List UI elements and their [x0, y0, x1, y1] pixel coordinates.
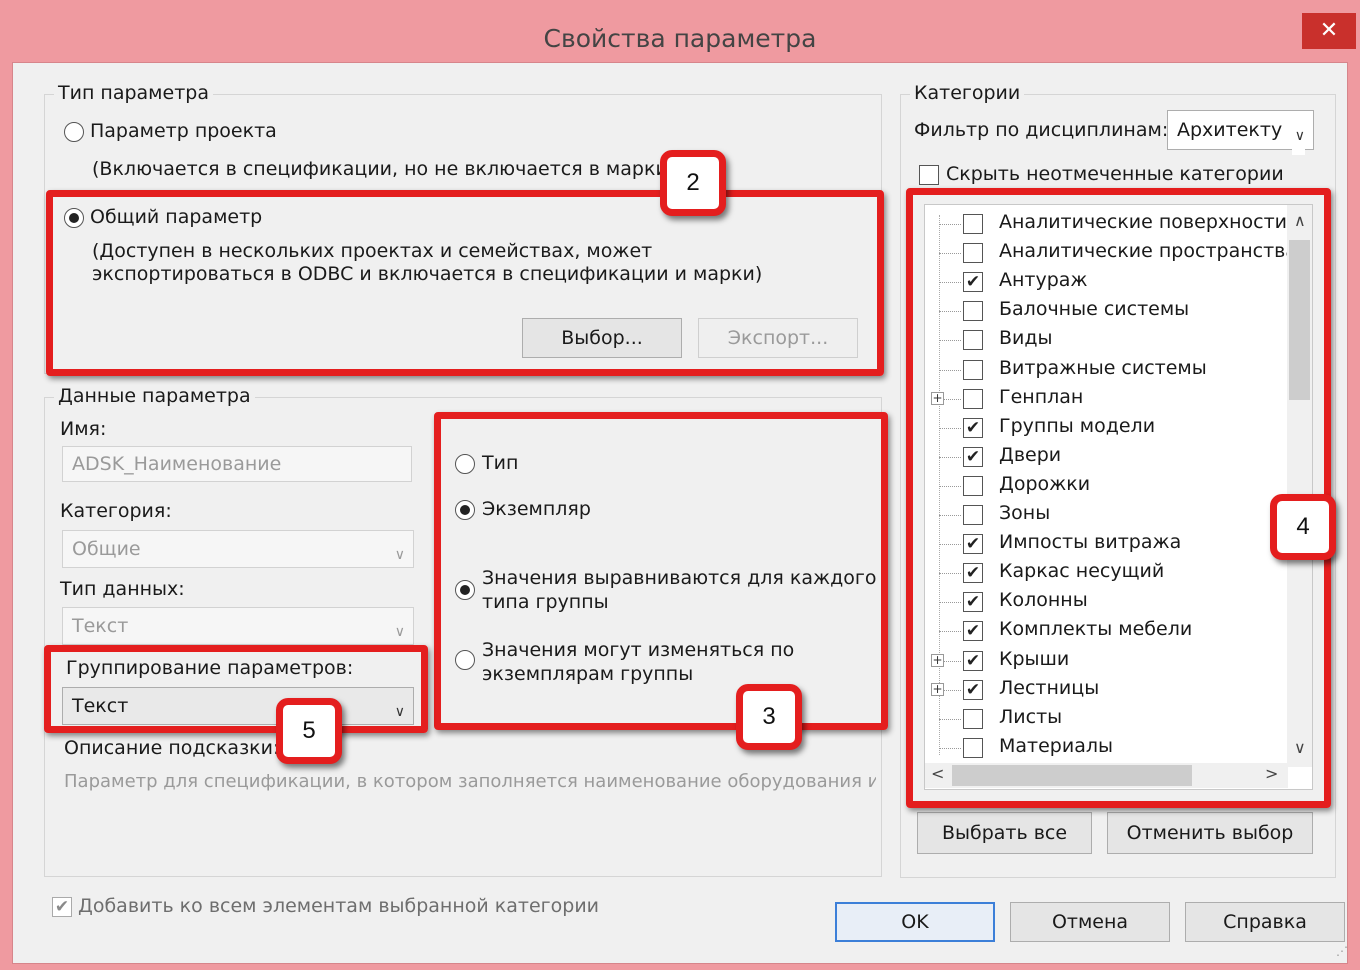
category-select[interactable]: Общие ∨	[62, 530, 414, 568]
discipline-filter-value: Архитекту	[1177, 119, 1283, 141]
category-label: Категория:	[60, 500, 172, 522]
resize-grip-icon[interactable]: ⋰	[1336, 944, 1348, 958]
categories-legend: Категории	[910, 82, 1025, 104]
category-select-value: Общие	[72, 538, 141, 560]
datatype-select[interactable]: Текст ∨	[62, 607, 414, 645]
name-input[interactable]: ADSK_Наименование	[62, 446, 412, 482]
hide-unchecked-label: Скрыть неотмеченные категории	[946, 163, 1284, 185]
tooltip-label: Описание подсказки:	[64, 737, 280, 759]
annotation-badge-5: 5	[276, 698, 342, 764]
project-param-desc: (Включается в спецификации, но не включа…	[92, 158, 676, 180]
highlight-box-grouping	[44, 645, 428, 733]
highlight-box-shared-param	[46, 190, 884, 376]
annotation-badge-3: 3	[736, 684, 802, 750]
name-label: Имя:	[60, 418, 107, 440]
datatype-select-value: Текст	[72, 615, 129, 637]
project-param-radio[interactable]	[64, 122, 84, 142]
deselect-all-button[interactable]: Отменить выбор	[1107, 812, 1313, 854]
add-to-all-checkbox[interactable]: ✔	[52, 897, 72, 917]
hide-unchecked-checkbox[interactable]	[919, 165, 939, 185]
help-button[interactable]: Справка	[1185, 902, 1345, 942]
highlight-box-instance-options	[434, 412, 888, 730]
ok-button[interactable]: OK	[835, 902, 995, 942]
param-type-legend: Тип параметра	[54, 82, 213, 104]
add-to-all-label: Добавить ко всем элементам выбранной кат…	[78, 895, 600, 917]
highlight-box-categories	[906, 188, 1331, 808]
discipline-filter-label: Фильтр по дисциплинам:	[914, 119, 1169, 141]
annotation-badge-2: 2	[660, 150, 726, 216]
discipline-filter-select[interactable]: Архитекту ∨	[1167, 110, 1314, 155]
chevron-down-icon: ∨	[394, 547, 405, 563]
cancel-button[interactable]: Отмена	[1010, 902, 1170, 942]
datatype-label: Тип данных:	[60, 578, 185, 600]
chevron-down-icon: ∨	[1291, 117, 1305, 155]
param-data-legend: Данные параметра	[54, 385, 255, 407]
close-button[interactable]: ✕	[1302, 13, 1356, 49]
project-param-label: Параметр проекта	[90, 120, 277, 142]
window-title: Свойства параметра	[543, 24, 817, 53]
annotation-badge-4: 4	[1270, 494, 1336, 560]
tooltip-value[interactable]: Параметр для спецификации, в котором зап…	[64, 771, 876, 792]
select-all-button[interactable]: Выбрать все	[917, 812, 1092, 854]
